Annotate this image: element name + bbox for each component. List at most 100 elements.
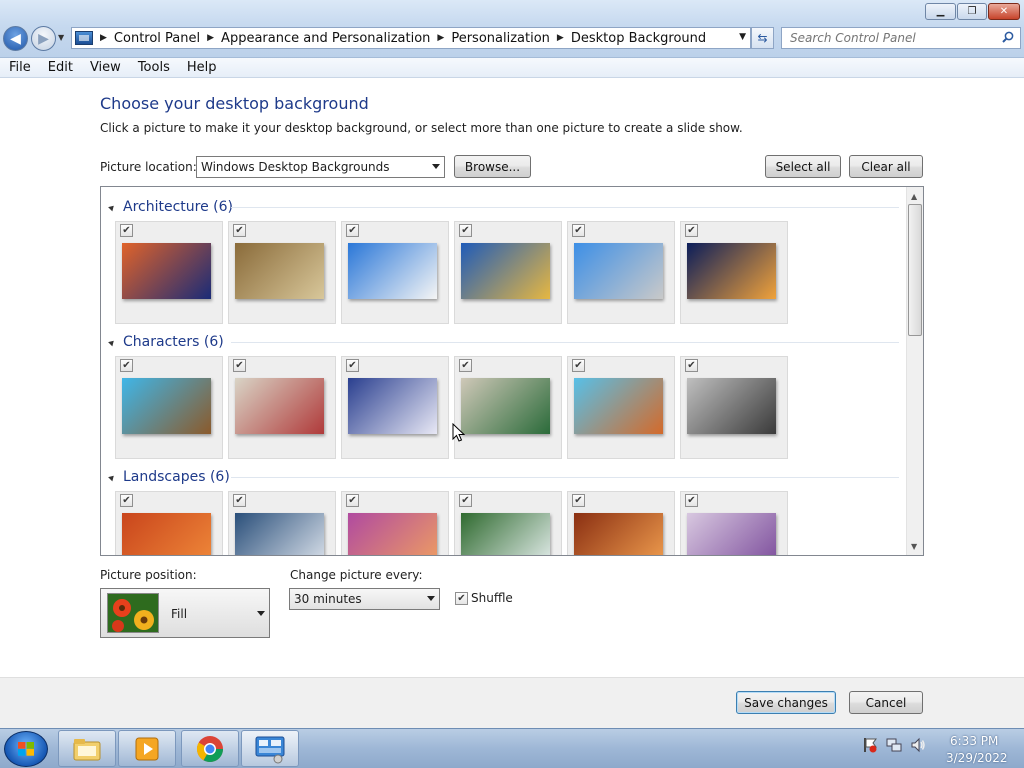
breadcrumb-appearance[interactable]: Appearance and Personalization [221,31,430,46]
wallpaper-tile[interactable]: ✔ [115,356,223,459]
wallpaper-checkbox[interactable]: ✔ [120,494,133,507]
group-header[interactable]: Landscapes (6) [108,467,230,487]
wallpaper-tile[interactable]: ✔ [228,491,336,555]
wallpaper-thumbnail[interactable] [235,513,324,555]
chevron-right-icon[interactable]: ▶ [207,33,214,43]
wallpaper-tile[interactable]: ✔ [567,491,675,555]
menu-edit[interactable]: Edit [39,60,81,75]
group-header[interactable]: Architecture (6) [108,197,233,217]
wallpaper-tile[interactable]: ✔ [115,221,223,324]
taskbar-explorer[interactable] [58,730,116,767]
group-header[interactable]: Characters (6) [108,332,224,352]
taskbar-media-player[interactable] [118,730,176,767]
wallpaper-checkbox[interactable]: ✔ [685,224,698,237]
wallpaper-tile[interactable]: ✔ [341,356,449,459]
browse-button[interactable]: Browse... [454,155,531,178]
wallpaper-tile[interactable]: ✔ [454,491,562,555]
search-box[interactable] [781,27,1021,49]
wallpaper-checkbox[interactable]: ✔ [459,494,472,507]
save-changes-button[interactable]: Save changes [736,691,836,714]
collapse-arrow-icon[interactable] [108,473,116,481]
picture-position-select[interactable]: Fill [100,588,270,638]
minimize-button[interactable]: ▁ [925,3,956,20]
chevron-down-icon[interactable]: ▼ [739,32,746,42]
wallpaper-tile[interactable]: ✔ [341,221,449,324]
clock-date[interactable]: 3/29/2022 [946,751,1008,765]
wallpaper-thumbnail[interactable] [687,243,776,299]
vertical-scrollbar[interactable]: ▲ ▼ [906,187,923,555]
taskbar-chrome[interactable] [181,730,239,767]
picture-location-select[interactable]: Windows Desktop Backgrounds [196,156,445,178]
collapse-arrow-icon[interactable] [108,338,116,346]
wallpaper-checkbox[interactable]: ✔ [572,359,585,372]
scroll-up-icon[interactable]: ▲ [911,192,917,201]
wallpaper-thumbnail[interactable] [687,378,776,434]
wallpaper-checkbox[interactable]: ✔ [459,359,472,372]
wallpaper-thumbnail[interactable] [122,378,211,434]
wallpaper-thumbnail[interactable] [574,243,663,299]
wallpaper-checkbox[interactable]: ✔ [233,494,246,507]
menu-help[interactable]: Help [178,60,225,75]
chevron-right-icon[interactable]: ▶ [100,33,107,43]
select-all-button[interactable]: Select all [765,155,841,178]
restore-button[interactable]: ❐ [957,3,987,20]
action-center-flag-icon[interactable] [862,737,878,753]
change-picture-interval-select[interactable]: 30 minutes [289,588,440,610]
chevron-right-icon[interactable]: ▶ [437,33,444,43]
close-button[interactable]: ✕ [988,3,1020,20]
wallpaper-thumbnail[interactable] [122,243,211,299]
shuffle-checkbox[interactable]: ✔ [455,592,468,605]
collapse-arrow-icon[interactable] [108,203,116,211]
clock-time[interactable]: 6:33 PM [950,734,998,748]
wallpaper-checkbox[interactable]: ✔ [685,359,698,372]
wallpaper-tile[interactable]: ✔ [567,221,675,324]
menu-view[interactable]: View [81,60,129,75]
cancel-button[interactable]: Cancel [849,691,923,714]
wallpaper-thumbnail[interactable] [348,513,437,555]
wallpaper-checkbox[interactable]: ✔ [233,224,246,237]
address-bar[interactable]: ▶ Control Panel ▶ Appearance and Persona… [71,27,751,49]
wallpaper-checkbox[interactable]: ✔ [346,224,359,237]
scroll-down-icon[interactable]: ▼ [911,542,917,551]
shuffle-label[interactable]: Shuffle [471,591,513,605]
wallpaper-thumbnail[interactable] [235,243,324,299]
wallpaper-tile[interactable]: ✔ [680,356,788,459]
taskbar-control-panel[interactable] [241,730,299,767]
wallpaper-tile[interactable]: ✔ [680,491,788,555]
recent-pages-button[interactable]: ▼ [58,33,64,42]
wallpaper-checkbox[interactable]: ✔ [685,494,698,507]
wallpaper-tile[interactable]: ✔ [454,356,562,459]
wallpaper-thumbnail[interactable] [461,513,550,555]
wallpaper-tile[interactable]: ✔ [115,491,223,555]
picture-gallery[interactable]: Architecture (6) ✔ ✔ ✔ ✔ ✔ ✔ Characters (6) ✔ ✔ ✔ ✔… [100,186,924,556]
refresh-button[interactable]: ⇆ [751,27,774,49]
wallpaper-checkbox[interactable]: ✔ [233,359,246,372]
wallpaper-tile[interactable]: ✔ [567,356,675,459]
start-button[interactable] [4,731,48,767]
wallpaper-thumbnail[interactable] [461,243,550,299]
search-input[interactable] [790,28,1000,48]
wallpaper-tile[interactable]: ✔ [341,491,449,555]
wallpaper-thumbnail[interactable] [235,378,324,434]
wallpaper-checkbox[interactable]: ✔ [120,359,133,372]
wallpaper-thumbnail[interactable] [687,513,776,555]
wallpaper-checkbox[interactable]: ✔ [120,224,133,237]
wallpaper-thumbnail[interactable] [348,243,437,299]
scrollbar-thumb[interactable] [908,204,922,336]
clear-all-button[interactable]: Clear all [849,155,923,178]
wallpaper-tile[interactable]: ✔ [228,221,336,324]
menu-file[interactable]: File [0,60,39,75]
wallpaper-tile[interactable]: ✔ [228,356,336,459]
breadcrumb-desktop-background[interactable]: Desktop Background [571,31,706,46]
wallpaper-checkbox[interactable]: ✔ [572,494,585,507]
wallpaper-thumbnail[interactable] [574,378,663,434]
wallpaper-checkbox[interactable]: ✔ [346,359,359,372]
back-button[interactable]: ◀ [3,26,28,51]
wallpaper-checkbox[interactable]: ✔ [572,224,585,237]
chevron-right-icon[interactable]: ▶ [557,33,564,43]
wallpaper-thumbnail[interactable] [348,378,437,434]
forward-button[interactable]: ▶ [31,26,56,51]
wallpaper-thumbnail[interactable] [461,378,550,434]
menu-tools[interactable]: Tools [129,60,178,75]
wallpaper-tile[interactable]: ✔ [454,221,562,324]
